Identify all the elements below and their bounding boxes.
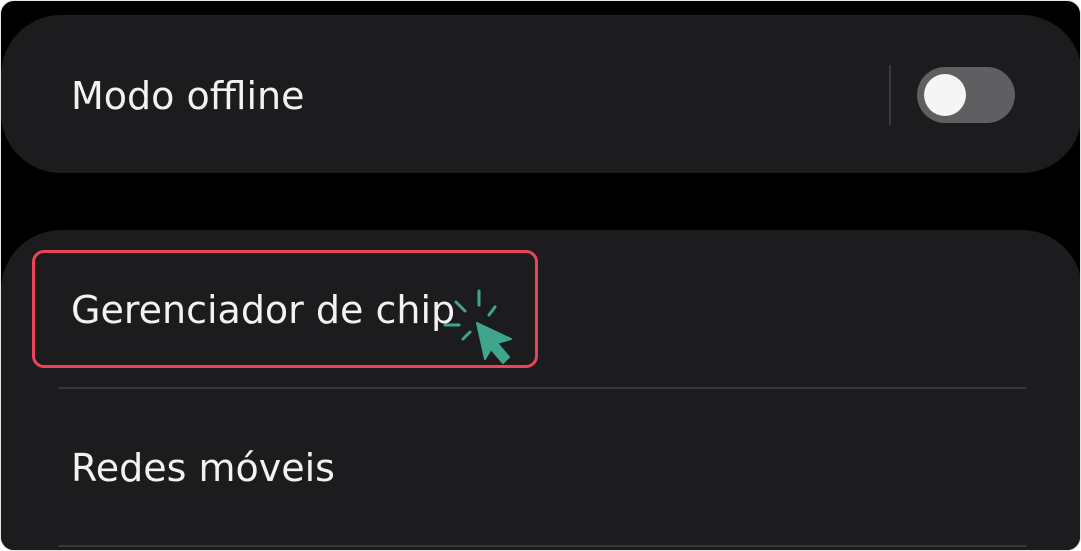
pointer-click-icon <box>443 289 512 364</box>
toggle-knob <box>924 74 966 116</box>
list-divider <box>58 545 1026 547</box>
mobile-networks-item[interactable]: Redes móveis <box>71 445 335 491</box>
offline-mode-label: Modo offline <box>71 74 305 118</box>
list-divider <box>58 387 1026 389</box>
offline-mode-toggle[interactable] <box>917 67 1015 123</box>
toggle-divider <box>889 65 891 125</box>
settings-screen: Modo offline Gerenciador de chip Redes m… <box>0 0 1081 551</box>
